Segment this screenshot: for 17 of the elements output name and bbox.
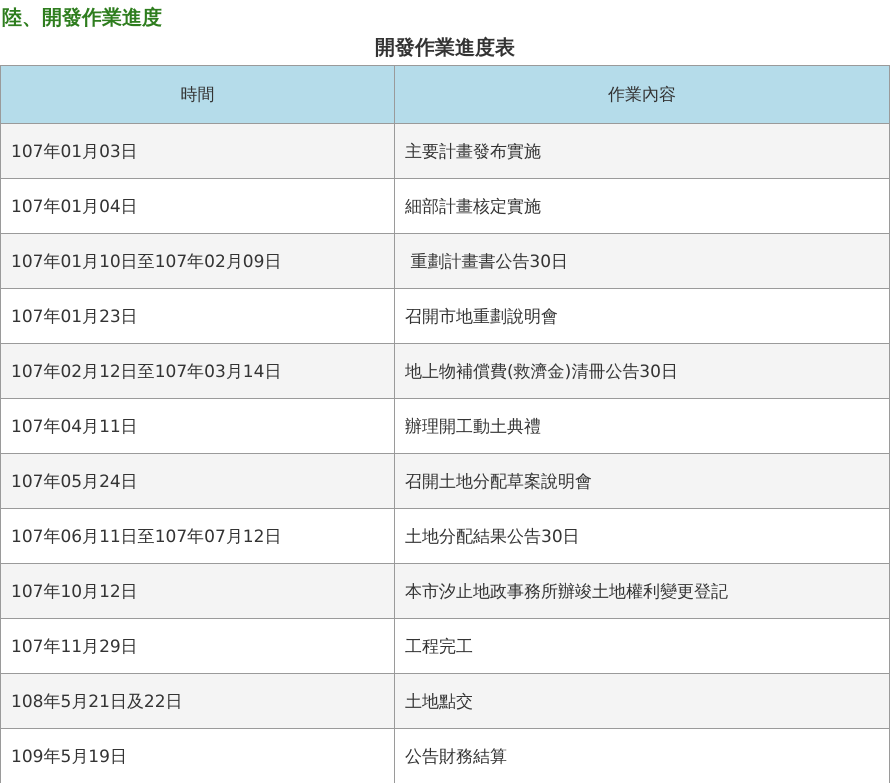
table-cell: 107年02月12日至107年03月14日	[0, 344, 394, 398]
table-cell: 107年05月24日	[0, 454, 394, 508]
table-cell: 地上物補償費(救濟金)清冊公告30日	[394, 344, 890, 398]
table-cell: 召開土地分配草案說明會	[394, 454, 890, 508]
table-cell: 主要計畫發布實施	[394, 124, 890, 178]
table-cell: 108年5月21日及22日	[0, 674, 394, 728]
table-caption: 開發作業進度表	[374, 34, 516, 61]
table-cell: 重劃計畫書公告30日	[394, 234, 890, 288]
table-cell: 本市汐止地政事務所辦竣土地權利變更登記	[394, 564, 890, 618]
table-cell: 107年01月03日	[0, 124, 394, 178]
column-header: 作業內容	[394, 66, 890, 124]
table-cell: 土地點交	[394, 674, 890, 728]
column-header: 時間	[0, 66, 394, 124]
table-cell: 107年10月12日	[0, 564, 394, 618]
section-heading: 陸、開發作業進度	[1, 4, 163, 30]
table-cell: 109年5月19日	[0, 728, 394, 783]
table-cell: 107年01月10日至107年02月09日	[0, 234, 394, 288]
